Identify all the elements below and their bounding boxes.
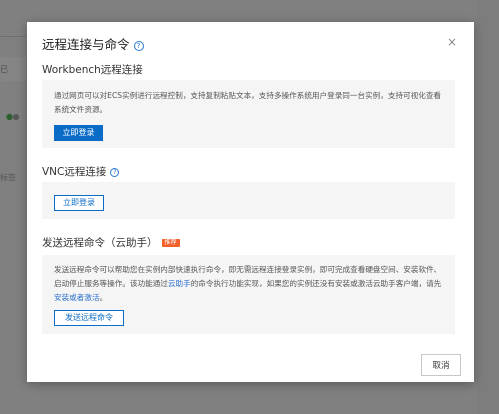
command-section-title: 发送远程命令（云助手） 推荐 bbox=[42, 235, 180, 250]
send-command-button[interactable]: 发送远程命令 bbox=[54, 310, 124, 326]
workbench-panel: 通过网页可以对ECS实例进行远程控制，支持复制粘贴文本，支持多操作系统用户登录同… bbox=[42, 80, 455, 148]
background-right-edge bbox=[477, 0, 499, 414]
remote-connect-dialog: 远程连接与命令? × Workbench远程连接 通过网页可以对ECS实例进行远… bbox=[27, 22, 474, 382]
dialog-header: 远程连接与命令? × bbox=[42, 34, 459, 54]
vnc-login-button[interactable]: 立即登录 bbox=[54, 195, 104, 211]
workbench-section-title: Workbench远程连接 bbox=[42, 64, 143, 76]
vnc-help-icon[interactable]: ? bbox=[110, 168, 120, 177]
cloud-assistant-link[interactable]: 云助手 bbox=[168, 279, 191, 288]
dialog-title: 远程连接与命令 bbox=[42, 37, 130, 52]
recommend-badge: 推荐 bbox=[161, 239, 180, 247]
cancel-button[interactable]: 取消 bbox=[421, 354, 461, 376]
background-status-icons bbox=[6, 113, 20, 123]
install-activate-link[interactable]: 安装或者激活 bbox=[54, 293, 100, 302]
help-icon[interactable]: ? bbox=[133, 41, 144, 51]
command-desc-part3: 。 bbox=[99, 293, 108, 302]
command-description: 发送远程命令可以帮助您在实例内部快速执行命令，即无需远程连接登录实例，即可完成查… bbox=[54, 263, 447, 305]
background-divider bbox=[0, 36, 26, 37]
vnc-title-text: VNC远程连接 bbox=[42, 166, 107, 178]
command-panel: 发送远程命令可以帮助您在实例内部快速执行命令，即无需远程连接登录实例，即可完成查… bbox=[42, 255, 455, 334]
workbench-description: 通过网页可以对ECS实例进行远程控制，支持复制粘贴文本，支持多操作系统用户登录同… bbox=[54, 91, 442, 114]
vnc-panel: 立即登录 bbox=[42, 182, 455, 219]
close-icon[interactable]: × bbox=[447, 35, 457, 49]
workbench-login-button[interactable]: 立即登录 bbox=[54, 125, 103, 141]
vnc-section-title: VNC远程连接? bbox=[42, 164, 120, 179]
background-label: 已 bbox=[0, 65, 8, 74]
command-desc-part2: 的命令执行功能实现，如果您的实例还没有安装或激活云助手客户端，请先 bbox=[190, 279, 442, 288]
background-tag-label: 标签 bbox=[0, 173, 16, 182]
status-shield-icon bbox=[6, 113, 19, 121]
command-title-text: 发送远程命令（云助手） bbox=[42, 237, 158, 249]
